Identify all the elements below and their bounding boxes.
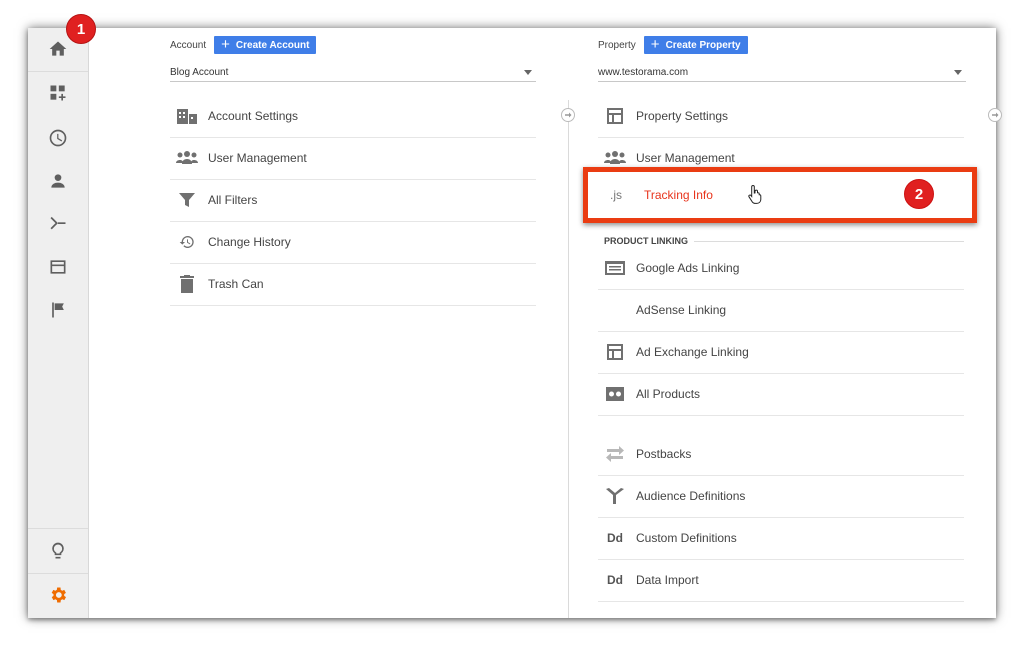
google-ads-linking-item[interactable]: Google Ads Linking bbox=[598, 247, 964, 290]
ad-exchange-linking-label: Ad Exchange Linking bbox=[636, 345, 749, 359]
step-2-badge: 2 bbox=[904, 179, 934, 209]
account-select[interactable]: Blog Account bbox=[170, 64, 536, 82]
create-property-button[interactable]: + Create Property bbox=[643, 36, 748, 54]
trash-icon bbox=[176, 273, 198, 295]
trash-can-label: Trash Can bbox=[208, 277, 264, 291]
custom-definitions-item[interactable]: Dd Custom Definitions bbox=[598, 517, 964, 560]
display-icon[interactable] bbox=[28, 246, 88, 288]
gear-icon[interactable] bbox=[28, 574, 88, 616]
column-divider bbox=[568, 100, 569, 618]
adsense-linking-item[interactable]: AdSense Linking bbox=[598, 289, 964, 332]
account-user-management-label: User Management bbox=[208, 151, 307, 165]
chevron-down-icon bbox=[954, 70, 962, 75]
plus-icon: + bbox=[650, 36, 660, 53]
property-header: Property + Create Property bbox=[598, 36, 748, 54]
step-1-badge: 1 bbox=[66, 14, 96, 44]
clock-icon[interactable] bbox=[28, 117, 88, 159]
all-filters-item[interactable]: All Filters bbox=[170, 179, 536, 222]
ads-icon bbox=[604, 257, 626, 279]
person-icon[interactable] bbox=[28, 160, 88, 202]
all-products-item[interactable]: All Products bbox=[598, 373, 964, 416]
history-icon bbox=[176, 231, 198, 253]
postbacks-item[interactable]: Postbacks bbox=[598, 433, 964, 476]
hand-cursor-icon bbox=[748, 184, 764, 209]
create-property-label: Create Property bbox=[665, 39, 741, 51]
dd-icon: Dd bbox=[607, 573, 623, 587]
adsense-linking-label: AdSense Linking bbox=[636, 303, 727, 317]
account-select-value: Blog Account bbox=[170, 67, 229, 78]
property-label: Property bbox=[598, 39, 636, 51]
account-user-management-item[interactable]: User Management bbox=[170, 137, 536, 180]
custom-definitions-label: Custom Definitions bbox=[636, 531, 737, 545]
arrow-right-icon bbox=[561, 108, 575, 122]
people-icon bbox=[604, 147, 626, 169]
create-account-button[interactable]: + Create Account bbox=[214, 36, 317, 54]
audience-definitions-label: Audience Definitions bbox=[636, 489, 746, 503]
data-import-label: Data Import bbox=[636, 573, 699, 587]
account-header: Account + Create Account bbox=[170, 36, 317, 54]
all-products-icon bbox=[604, 383, 626, 405]
property-user-management-label: User Management bbox=[636, 151, 735, 165]
dd-icon: Dd bbox=[607, 531, 623, 545]
tracking-info-highlight[interactable]: .js Tracking Info 2 bbox=[583, 167, 977, 223]
flow-icon[interactable] bbox=[28, 203, 88, 245]
left-nav-rail bbox=[28, 28, 89, 618]
account-settings-label: Account Settings bbox=[208, 109, 299, 123]
flag-icon[interactable] bbox=[28, 289, 88, 331]
plus-icon: + bbox=[221, 36, 230, 53]
arrow-right-icon-2 bbox=[988, 108, 1002, 122]
dashboard-add-icon[interactable] bbox=[28, 72, 88, 114]
window-icon bbox=[604, 341, 626, 363]
create-account-label: Create Account bbox=[235, 39, 310, 51]
all-filters-label: All Filters bbox=[208, 193, 258, 207]
audience-definitions-item[interactable]: Audience Definitions bbox=[598, 475, 964, 518]
property-select[interactable]: www.testorama.com bbox=[598, 64, 966, 82]
chevron-down-icon bbox=[524, 70, 532, 75]
product-linking-heading: PRODUCT LINKING bbox=[604, 236, 964, 246]
window-icon bbox=[604, 105, 626, 127]
filter-icon bbox=[176, 189, 198, 211]
product-linking-label: PRODUCT LINKING bbox=[604, 236, 688, 246]
audience-icon bbox=[604, 485, 626, 507]
all-products-label: All Products bbox=[636, 387, 701, 401]
ad-exchange-linking-item[interactable]: Ad Exchange Linking bbox=[598, 331, 964, 374]
data-import-item[interactable]: Dd Data Import bbox=[598, 559, 964, 602]
account-label: Account bbox=[170, 39, 207, 51]
people-icon bbox=[176, 147, 198, 169]
tracking-info-label: Tracking Info bbox=[644, 188, 713, 202]
change-history-label: Change History bbox=[208, 235, 291, 249]
admin-panel: Account + Create Account Blog Account Ac… bbox=[28, 14, 1002, 618]
account-settings-item[interactable]: Account Settings bbox=[170, 95, 536, 138]
building-icon bbox=[176, 105, 198, 127]
property-settings-item[interactable]: Property Settings bbox=[598, 95, 964, 138]
postbacks-label: Postbacks bbox=[636, 447, 692, 461]
postback-icon bbox=[604, 443, 626, 465]
property-settings-label: Property Settings bbox=[636, 109, 729, 123]
google-ads-linking-label: Google Ads Linking bbox=[636, 261, 740, 275]
lightbulb-icon[interactable] bbox=[28, 530, 88, 572]
change-history-item[interactable]: Change History bbox=[170, 221, 536, 264]
property-select-value: www.testorama.com bbox=[598, 67, 689, 78]
js-icon: .js bbox=[610, 188, 622, 202]
trash-can-item[interactable]: Trash Can bbox=[170, 263, 536, 306]
